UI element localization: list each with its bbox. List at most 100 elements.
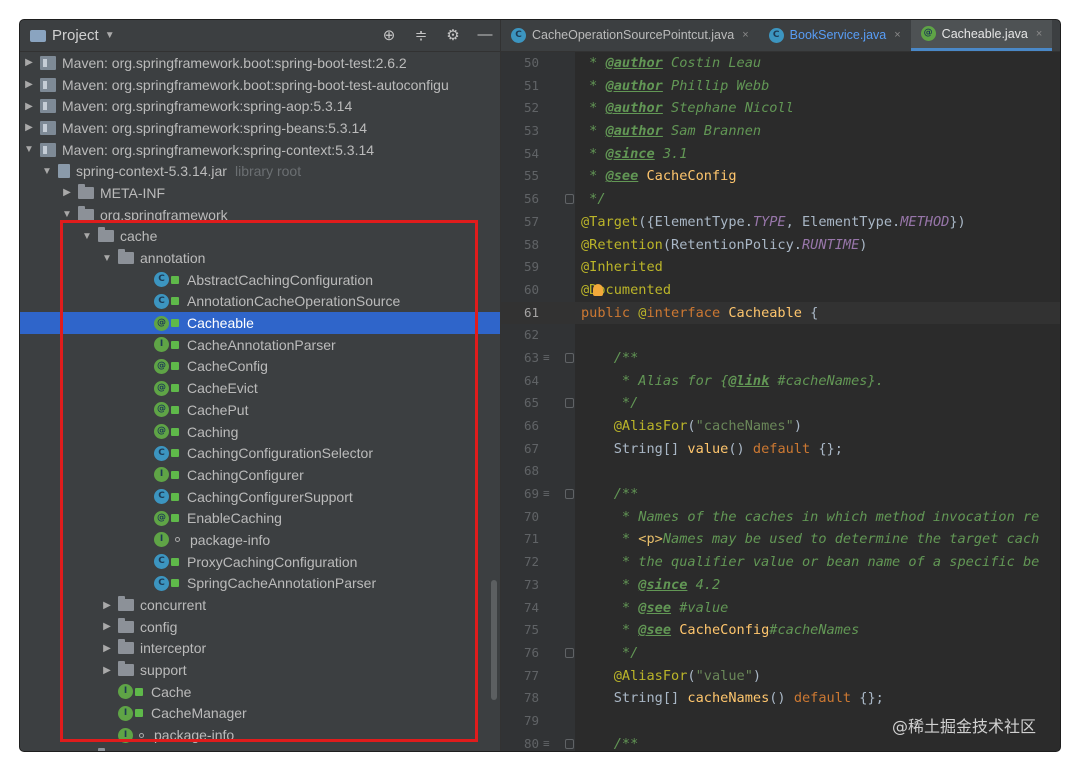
chevron-right-icon[interactable]: ▶ <box>22 57 36 68</box>
code-text: @Target({ElementType.TYPE, ElementType.M… <box>581 213 966 230</box>
chevron-down-icon[interactable]: ▼ <box>40 166 54 177</box>
code-text: /** <box>581 349 639 366</box>
chevron-right-icon[interactable]: ▶ <box>22 122 36 133</box>
interface-icon: I <box>118 705 133 721</box>
line-number: 53 <box>523 123 539 139</box>
doc-comment-toggle-icon[interactable]: ≡ <box>543 733 550 751</box>
tree-item[interactable]: ▶ Maven: org.springframework.boot:spring-… <box>20 74 500 96</box>
tree-item[interactable]: ▶ Maven: org.springframework:spring-aop:5… <box>20 95 500 117</box>
code-line: 65 */ <box>501 392 1060 415</box>
fold-icon[interactable] <box>565 489 574 500</box>
tree-item-label: concurrent <box>140 597 207 614</box>
close-icon[interactable]: × <box>742 29 748 41</box>
chevron-right-icon[interactable]: ▶ <box>100 600 114 611</box>
tree-item[interactable]: ▶CAbstractCachingConfiguration <box>20 269 500 291</box>
fold-icon[interactable] <box>565 398 574 409</box>
chevron-right-icon[interactable]: ▶ <box>100 621 114 632</box>
tree-item[interactable]: ▶@Cacheable <box>20 312 500 334</box>
tree-item[interactable]: ▶CAnnotationCacheOperationSource <box>20 291 500 313</box>
chevron-down-icon[interactable]: ▼ <box>100 253 114 264</box>
lightbulb-icon[interactable] <box>593 283 603 296</box>
tree-item[interactable]: ▼ Maven: org.springframework:spring-conte… <box>20 139 500 161</box>
chevron-right-icon[interactable]: ▶ <box>100 643 114 654</box>
line-number: 71 <box>523 531 539 547</box>
tree-item[interactable]: ▶context <box>20 746 500 751</box>
tree-item[interactable]: ▶ support <box>20 659 500 681</box>
tree-item[interactable]: ▶CSpringCacheAnnotationParser <box>20 573 500 595</box>
tree-item[interactable]: ▼ annotation <box>20 247 500 269</box>
tree-item[interactable]: ▶@CacheEvict <box>20 377 500 399</box>
chevron-down-icon[interactable]: ▼ <box>80 231 94 242</box>
fold-icon[interactable] <box>565 647 574 658</box>
tree-item[interactable]: ▶@Caching <box>20 421 500 443</box>
chevron-right-icon[interactable]: ▶ <box>60 187 74 198</box>
editor-tab[interactable]: @ Cacheable.java × <box>910 20 1053 51</box>
tree-item[interactable]: ▶@EnableCaching <box>20 507 500 529</box>
tree-item[interactable]: ▶ICacheManager <box>20 703 500 725</box>
tree-item[interactable]: ▶ concurrent <box>20 594 500 616</box>
code-line: 66 @AliasFor("cacheNames") <box>501 415 1060 438</box>
chevron-right-icon[interactable]: ▶ <box>100 665 114 676</box>
tree-item[interactable]: ▶ Maven: org.springframework.boot:spring-… <box>20 52 500 74</box>
chevron-down-icon[interactable]: ▼ <box>105 30 115 41</box>
tree-item-label: spring-context-5.3.14.jar <box>76 163 227 180</box>
tree-item-label: support <box>140 662 187 679</box>
tree-item-label: CacheAnnotationParser <box>187 336 336 353</box>
chevron-down-icon[interactable]: ▼ <box>22 144 36 155</box>
tree-item[interactable]: ▶ config <box>20 616 500 638</box>
tree-item[interactable]: ▶CCachingConfigurationSelector <box>20 442 500 464</box>
tree-item[interactable]: ▶ META-INF <box>20 182 500 204</box>
gear-icon[interactable]: ⚙ <box>444 26 462 44</box>
doc-comment-toggle-icon[interactable]: ≡ <box>543 483 550 506</box>
tree-item[interactable]: ▶CProxyCachingConfiguration <box>20 551 500 573</box>
editor-tab[interactable]: C CacheOperationSourcePointcut.java × <box>501 20 759 51</box>
code-text: @AliasFor("value") <box>581 667 762 684</box>
code-area[interactable]: 50 * @author Costin Leau 51 * @author Phi… <box>501 52 1060 751</box>
package-folder-icon <box>78 183 94 199</box>
project-scrollbar[interactable] <box>491 580 497 700</box>
tree-item[interactable]: ▶@CacheConfig <box>20 356 500 378</box>
tree-item[interactable]: ▼ org.springframework <box>20 204 500 226</box>
tree-item[interactable]: ▼ spring-context-5.3.14.jar library root <box>20 160 500 182</box>
class-icon: C <box>154 445 169 461</box>
project-panel-title: Project <box>52 27 99 44</box>
doc-comment-toggle-icon[interactable]: ≡ <box>543 347 550 370</box>
tree-item[interactable]: ▶Ipackage-info <box>20 529 500 551</box>
collapse-all-icon[interactable]: ≑ <box>412 26 430 44</box>
line-number: 63 <box>523 349 539 365</box>
line-number: 80 <box>523 735 539 751</box>
tree-item[interactable]: ▶@CachePut <box>20 399 500 421</box>
close-icon[interactable]: × <box>1036 28 1042 40</box>
tree-item[interactable]: ▼ cache <box>20 226 500 248</box>
tree-item[interactable]: ▶CCachingConfigurerSupport <box>20 486 500 508</box>
project-panel: Project ▼ ⊕ ≑ ⚙ — ▶ Maven: org.springfram… <box>20 20 500 751</box>
fold-icon[interactable] <box>565 194 574 205</box>
code-line: 70 * Names of the caches in which method… <box>501 506 1060 529</box>
code-line: 56 */ <box>501 188 1060 211</box>
lock-icon <box>171 557 179 566</box>
lock-icon <box>171 405 179 414</box>
tree-item[interactable]: ▶Ipackage-info <box>20 724 500 746</box>
tree-item[interactable]: ▶ Maven: org.springframework:spring-beans… <box>20 117 500 139</box>
tree-item[interactable]: ▶ICache <box>20 681 500 703</box>
fold-icon[interactable] <box>565 352 574 363</box>
fold-icon[interactable] <box>565 738 574 749</box>
editor-tab[interactable]: C <box>1052 20 1060 51</box>
tree-item[interactable]: ▶ICachingConfigurer <box>20 464 500 486</box>
close-icon[interactable]: × <box>894 29 900 41</box>
package-folder-icon <box>78 205 94 221</box>
chevron-right-icon[interactable]: ▶ <box>22 101 36 112</box>
tree-item-label: Maven: org.springframework:spring-contex… <box>62 141 375 158</box>
locate-icon[interactable]: ⊕ <box>380 26 398 44</box>
tree-item[interactable]: ▶ interceptor <box>20 638 500 660</box>
chevron-down-icon[interactable]: ▼ <box>60 209 74 220</box>
code-line: 54 * @since 3.1 <box>501 143 1060 166</box>
editor-tab[interactable]: C BookService.java × <box>759 20 911 51</box>
annotation-icon: @ <box>920 26 936 41</box>
tree-item-label: cache <box>120 228 158 245</box>
minimize-icon[interactable]: — <box>476 26 494 44</box>
watermark: @稀土掘金技术社区 <box>891 717 1036 736</box>
chevron-right-icon[interactable]: ▶ <box>22 79 36 90</box>
interface-icon: I <box>154 337 169 353</box>
tree-item[interactable]: ▶ICacheAnnotationParser <box>20 334 500 356</box>
